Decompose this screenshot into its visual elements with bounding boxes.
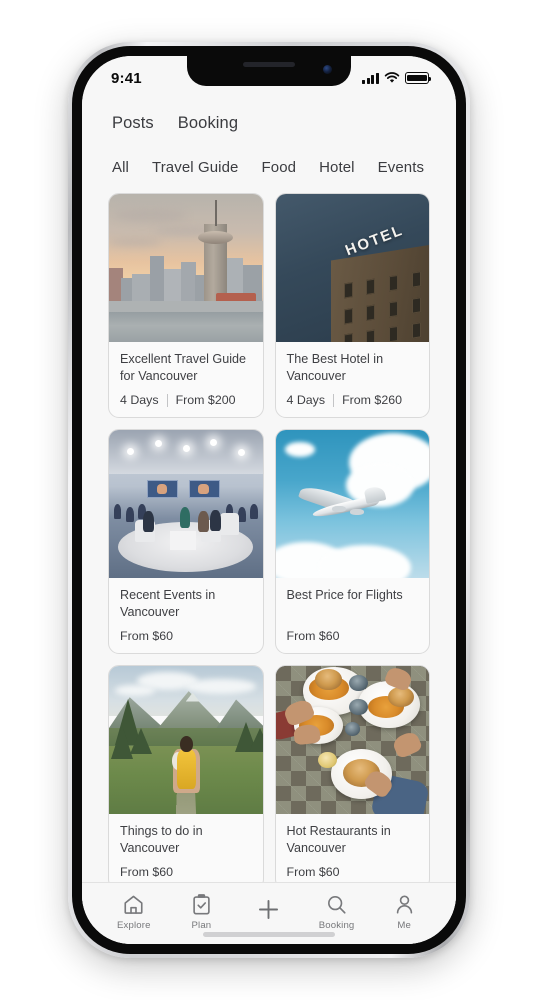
tab-explore-label: Explore <box>117 919 151 931</box>
card-title: Things to do in Vancouver <box>120 824 203 855</box>
card-duration: 4 Days <box>286 393 326 407</box>
card-meta: From $60 <box>120 629 252 643</box>
card-body: Recent Events in Vancouver From $60 <box>109 578 263 653</box>
card-meta: From $60 <box>120 865 252 879</box>
card-body: Things to do in Vancouver From $60 <box>109 814 263 882</box>
card-price: From $60 <box>286 629 340 643</box>
plus-icon <box>259 899 279 920</box>
card-title: Excellent Travel Guide for Vancouver <box>120 352 246 383</box>
phone-frame: 9:41 Posts Booking All Travel Guide Food… <box>68 42 470 958</box>
card-body: Hot Restaurants in Vancouver From $60 <box>276 814 430 882</box>
airplane-icon <box>297 482 389 527</box>
card-price: From $200 <box>175 393 236 407</box>
tab-posts[interactable]: Posts <box>112 114 154 133</box>
card-body: Excellent Travel Guide for Vancouver 4 D… <box>109 342 263 417</box>
header-tabs: Posts Booking <box>82 100 456 133</box>
card-title: The Best Hotel in Vancouver <box>286 352 384 383</box>
card-meta: 4 Days From $260 <box>287 393 419 407</box>
tab-me-label: Me <box>397 919 411 931</box>
card-item[interactable]: Excellent Travel Guide for Vancouver 4 D… <box>108 193 264 418</box>
category-tab-food[interactable]: Food <box>262 159 297 176</box>
card-item[interactable]: Best Price for Flights From $60 <box>274 429 430 654</box>
card-item[interactable]: HOTEL The Best Hotel in Vancouver 4 Days… <box>274 193 430 418</box>
card-image-vancouver-skyline-sunset <box>109 194 263 342</box>
card-body: The Best Hotel in Vancouver 4 Days From … <box>276 342 430 417</box>
tab-plan[interactable]: Plan <box>168 893 236 931</box>
battery-icon <box>405 72 432 84</box>
tab-me[interactable]: Me <box>370 893 438 931</box>
notch <box>187 56 351 86</box>
tab-booking[interactable]: Booking <box>303 893 371 931</box>
tab-create[interactable] <box>235 896 303 927</box>
phone-bezel: 9:41 Posts Booking All Travel Guide Food… <box>72 46 466 954</box>
clipboard-check-icon <box>193 893 210 915</box>
tab-booking[interactable]: Booking <box>178 114 238 133</box>
card-price: From $60 <box>120 865 174 879</box>
card-title: Hot Restaurants in Vancouver <box>286 824 391 855</box>
card-meta: From $60 <box>287 629 419 643</box>
card-item[interactable]: Recent Events in Vancouver From $60 <box>108 429 264 654</box>
screenshot-stage: 9:41 Posts Booking All Travel Guide Food… <box>0 0 537 1000</box>
card-item[interactable]: Things to do in Vancouver From $60 <box>108 665 264 882</box>
tab-explore[interactable]: Explore <box>100 893 168 931</box>
category-tab-hotel[interactable]: Hotel <box>319 159 355 176</box>
card-price: From $60 <box>120 629 174 643</box>
card-meta: From $60 <box>287 865 419 879</box>
phone-screen: 9:41 Posts Booking All Travel Guide Food… <box>82 56 456 944</box>
tab-plan-label: Plan <box>191 919 212 931</box>
card-body: Best Price for Flights From $60 <box>276 578 430 653</box>
meta-divider <box>333 393 335 407</box>
wifi-icon <box>384 72 400 83</box>
status-bar-clock: 9:41 <box>111 69 142 87</box>
content-scroll-area[interactable]: Posts Booking All Travel Guide Food Hote… <box>82 100 456 882</box>
category-filter-bar: All Travel Guide Food Hotel Events <box>82 133 456 176</box>
earpiece-speaker-icon <box>243 62 295 67</box>
card-grid: Excellent Travel Guide for Vancouver 4 D… <box>82 176 456 882</box>
meta-divider <box>166 393 168 407</box>
front-camera-icon <box>323 65 332 74</box>
card-title: Best Price for Flights <box>286 588 403 602</box>
app-root: 9:41 Posts Booking All Travel Guide Food… <box>82 56 456 944</box>
home-icon <box>124 895 143 914</box>
card-image-conference-panel-stage <box>109 430 263 578</box>
home-indicator[interactable] <box>203 932 335 937</box>
search-icon <box>328 895 346 914</box>
card-image-airplane-in-sky <box>275 430 429 578</box>
card-item[interactable]: Hot Restaurants in Vancouver From $60 <box>274 665 430 882</box>
card-image-food-table-overhead <box>275 666 429 814</box>
card-duration: 4 Days <box>120 393 159 407</box>
card-meta: 4 Days From $200 <box>120 393 252 407</box>
card-price: From $260 <box>342 393 402 407</box>
card-title: Recent Events in Vancouver <box>120 588 216 619</box>
tab-booking-label: Booking <box>318 919 355 931</box>
card-image-hiker-mountain-valley <box>109 666 263 814</box>
category-tab-travel-guide[interactable]: Travel Guide <box>152 159 239 176</box>
person-icon <box>396 895 412 914</box>
category-tab-all[interactable]: All <box>112 159 129 176</box>
signal-icon <box>362 72 379 84</box>
card-image-hotel-building-dusk: HOTEL <box>275 194 429 342</box>
card-price: From $60 <box>286 865 340 879</box>
status-bar-indicators <box>362 72 432 84</box>
category-tab-events[interactable]: Events <box>378 159 424 176</box>
